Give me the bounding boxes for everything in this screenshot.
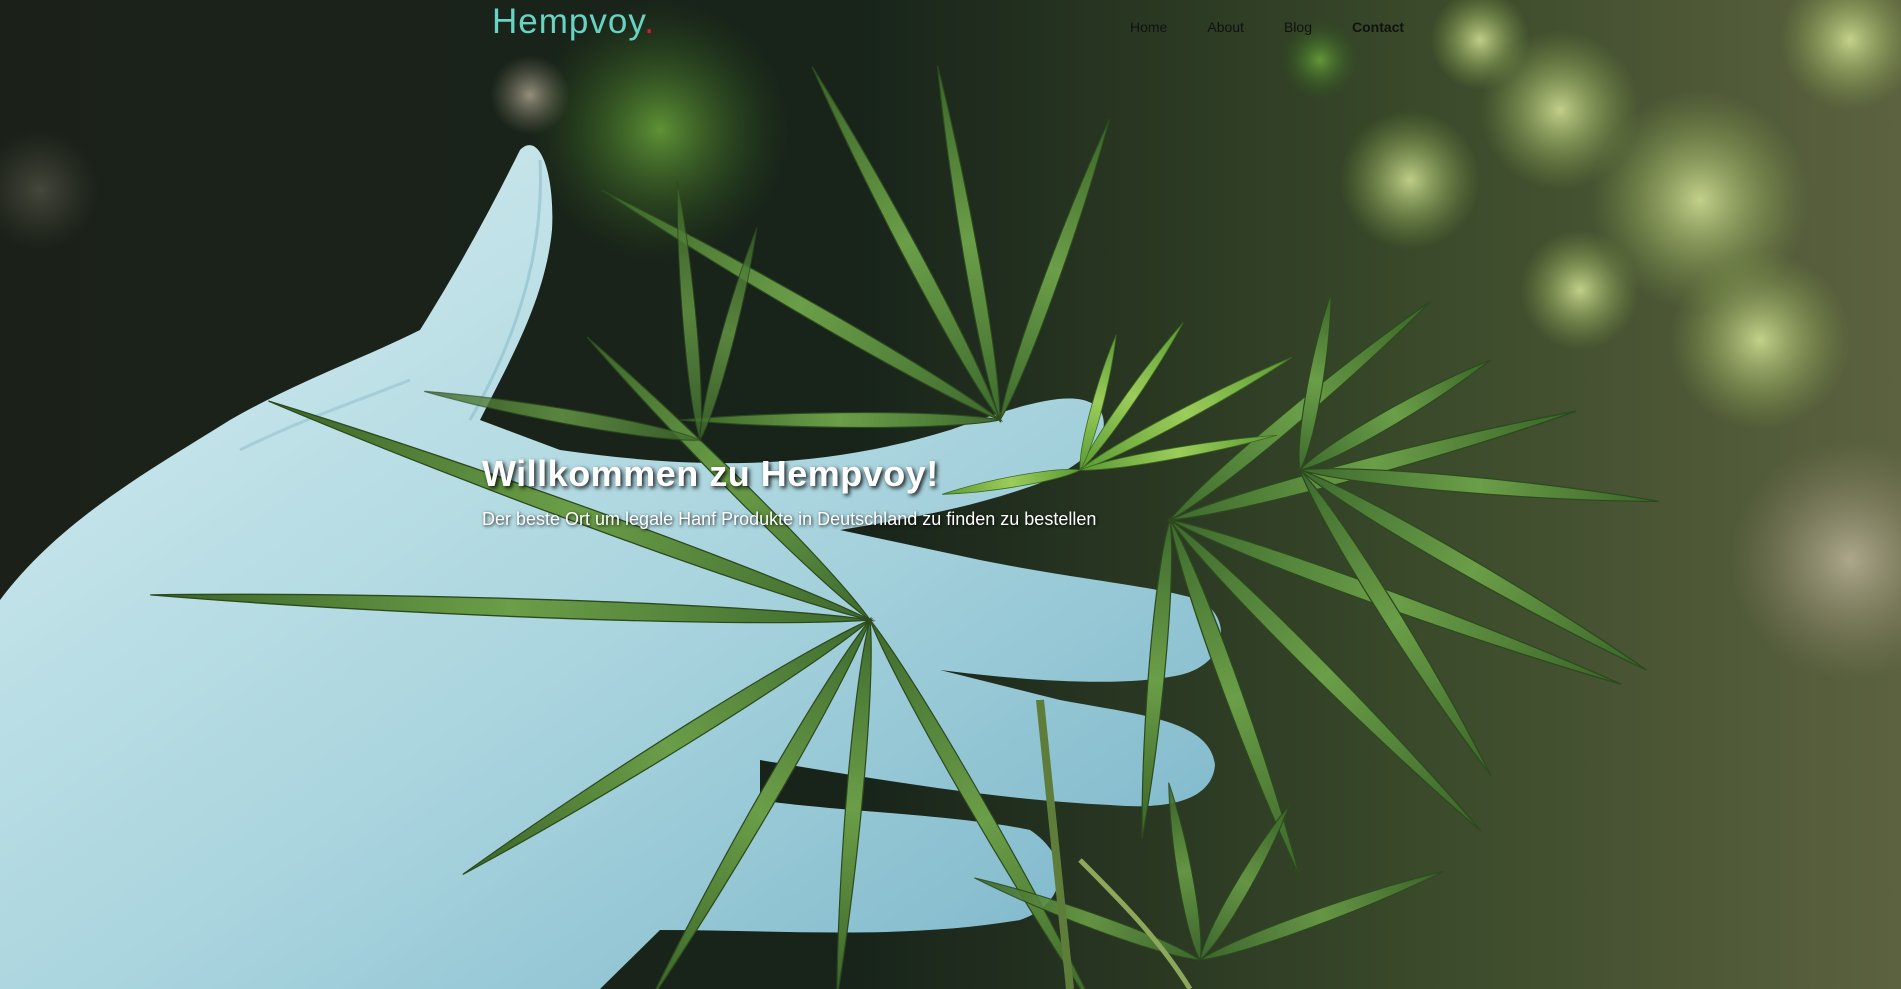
- navbar: Hempvoy. Home About Blog Contact: [0, 0, 1901, 54]
- hero-title: Willkommen zu Hempvoy!: [482, 453, 939, 494]
- brand-name: Hempvoy: [492, 2, 645, 41]
- hero-content: Willkommen zu Hempvoy! Der beste Ort um …: [482, 453, 1096, 530]
- nav-item-about[interactable]: About: [1187, 19, 1264, 35]
- hero-section: Hempvoy. Home About Blog Contact Willkom…: [0, 0, 1901, 989]
- brand-dot: .: [644, 2, 655, 41]
- brand-logo[interactable]: Hempvoy.: [492, 2, 655, 42]
- nav-item-contact[interactable]: Contact: [1332, 19, 1424, 35]
- nav-item-blog[interactable]: Blog: [1264, 19, 1332, 35]
- main-nav: Home About Blog Contact: [1110, 19, 1424, 35]
- hero-subtitle: Der beste Ort um legale Hanf Produkte in…: [482, 509, 1097, 529]
- nav-item-home[interactable]: Home: [1110, 19, 1187, 35]
